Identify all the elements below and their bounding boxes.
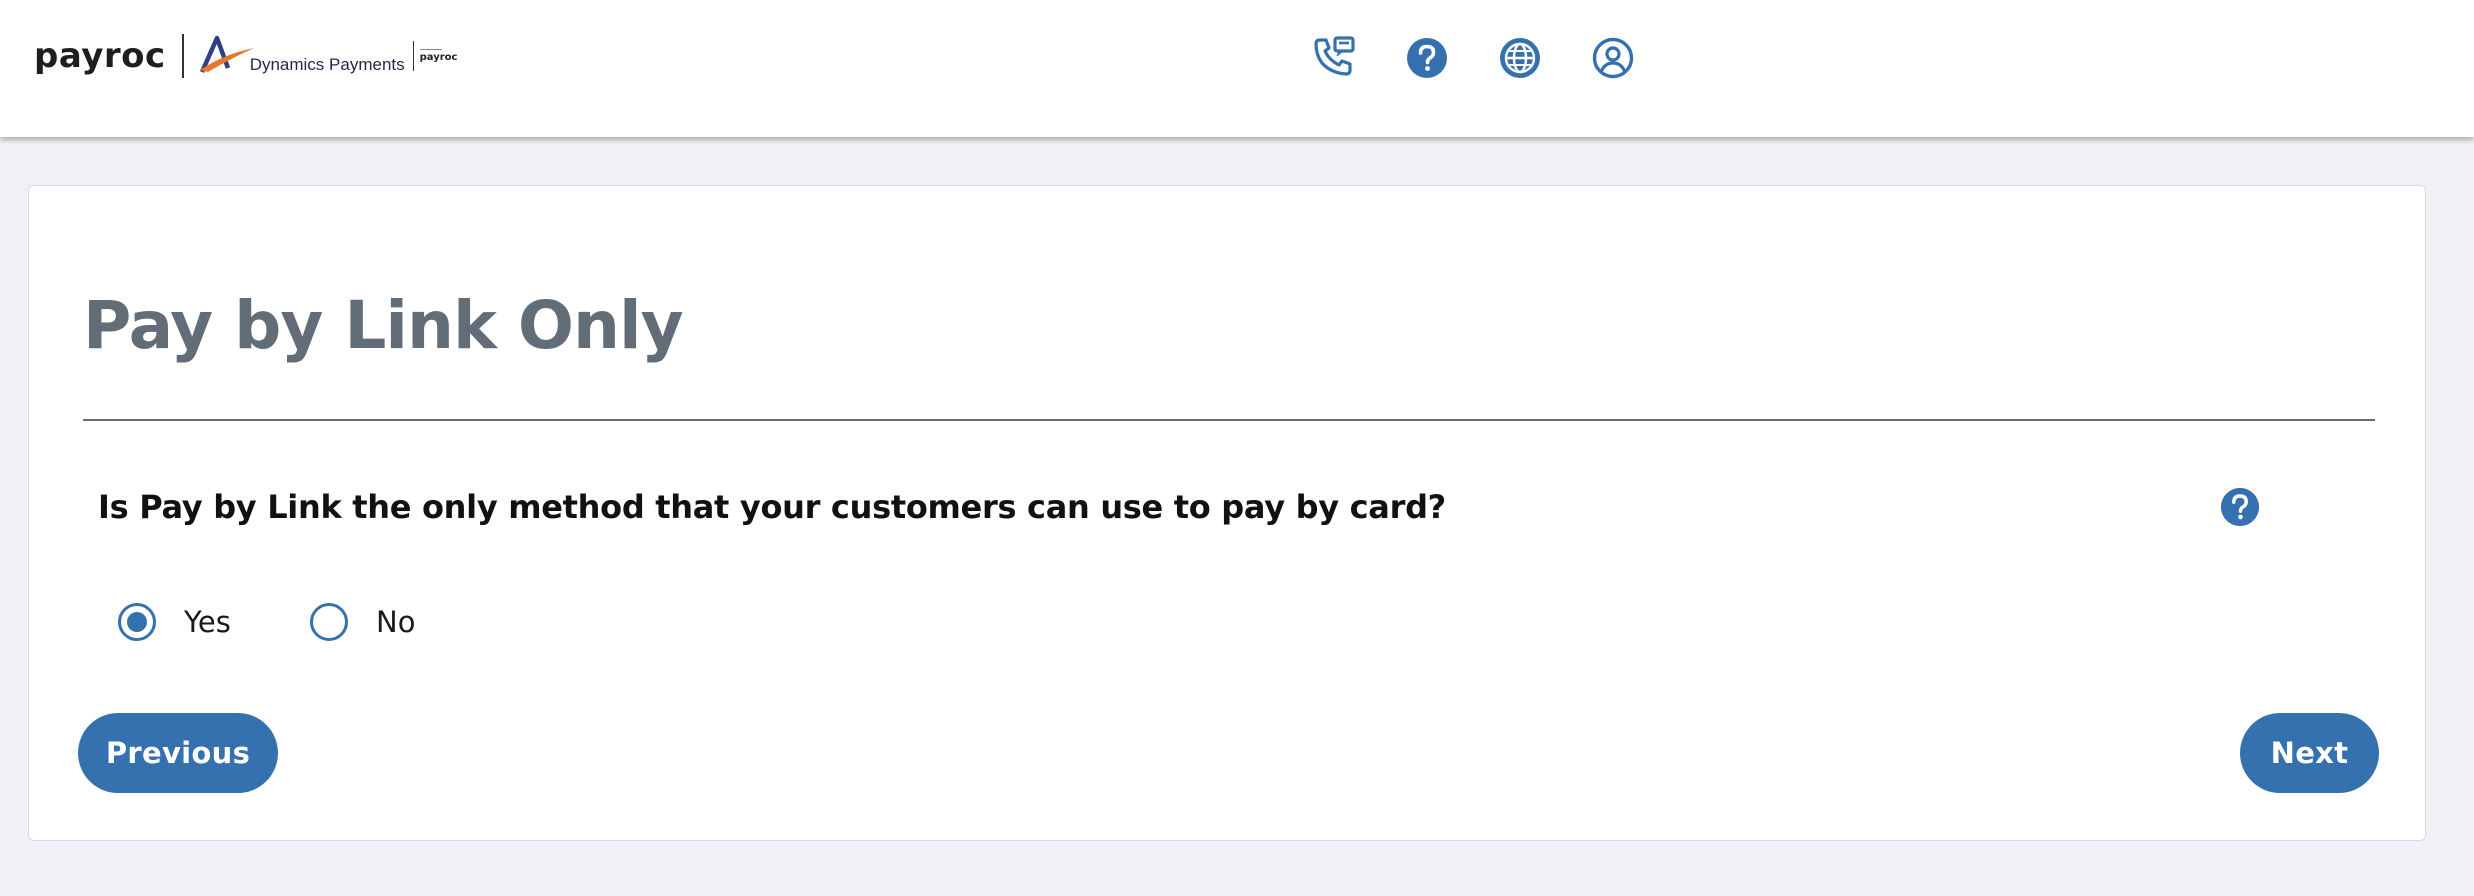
partner-divider xyxy=(412,41,414,71)
top-header: payroc Dynamics Payments payroc xyxy=(0,0,2474,137)
help-icon[interactable] xyxy=(1401,32,1453,84)
user-account-icon[interactable] xyxy=(1587,32,1639,84)
previous-button[interactable]: Previous xyxy=(78,713,278,793)
globe-icon[interactable] xyxy=(1494,32,1546,84)
logo-divider xyxy=(181,34,184,78)
radio-option-no[interactable]: No xyxy=(310,600,415,644)
next-button[interactable]: Next xyxy=(2240,713,2379,793)
logo[interactable]: payroc Dynamics Payments payroc xyxy=(34,30,457,82)
page-title: Pay by Link Only xyxy=(83,287,684,364)
radio-selected-dot xyxy=(127,612,147,632)
phone-chat-icon[interactable] xyxy=(1308,32,1360,84)
partner-logo: Dynamics Payments payroc xyxy=(198,34,458,78)
radio-label-no: No xyxy=(376,605,416,639)
radio-label-yes: Yes xyxy=(184,605,231,639)
partner-sub-brand: payroc xyxy=(419,49,458,63)
partner-sub-brand-text: payroc xyxy=(419,52,458,63)
title-divider xyxy=(83,419,2375,421)
dynamics-payments-mark-icon xyxy=(199,35,254,73)
brand-name: payroc xyxy=(34,36,166,76)
question-text: Is Pay by Link the only method that your… xyxy=(98,488,1446,526)
partner-logo-text: Dynamics Payments xyxy=(249,55,405,74)
main-card: Pay by Link Only Is Pay by Link the only… xyxy=(28,185,2426,841)
radio-button-yes[interactable] xyxy=(118,603,156,641)
radio-option-yes[interactable]: Yes xyxy=(118,600,231,644)
help-icon[interactable] xyxy=(2219,486,2261,528)
radio-button-no[interactable] xyxy=(310,603,348,641)
